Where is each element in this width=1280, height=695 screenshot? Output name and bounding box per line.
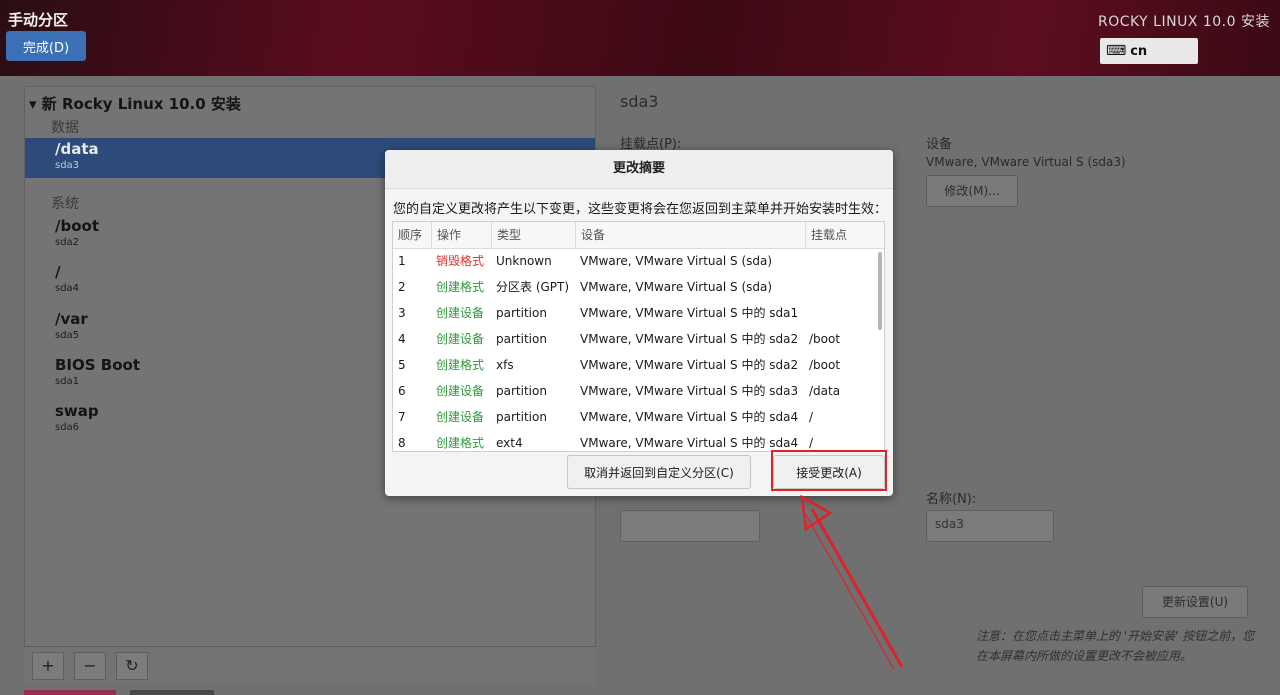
row-device: VMware, VMware Virtual S 中的 sda4 xyxy=(580,436,799,450)
name-input[interactable]: sda3 xyxy=(926,510,1054,542)
table-row[interactable]: 8 创建格式 ext4 VMware, VMware Virtual S 中的 … xyxy=(393,430,884,451)
partition-device: sda4 xyxy=(55,283,80,294)
change-summary-dialog: 更改摘要 您的自定义更改将产生以下变更，这些变更将会在您返回到主菜单并开始安装时… xyxy=(385,150,893,496)
row-action: 创建设备 xyxy=(436,306,485,320)
partition-mount: BIOS Boot xyxy=(55,356,141,374)
partition-device: sda3 xyxy=(55,160,80,171)
row-mount: / xyxy=(809,410,814,424)
details-title: sda3 xyxy=(620,92,659,111)
row-mount: /boot xyxy=(809,332,841,346)
row-type: ext4 xyxy=(496,436,523,450)
table-row[interactable]: 2 创建格式 分区表 (GPT) VMware, VMware Virtual … xyxy=(393,274,884,300)
top-bar: 手动分区 完成(D) ROCKY LINUX 10.0 安装 ⌨ cn xyxy=(0,0,1280,76)
bottom-tab-indicator xyxy=(24,690,116,695)
row-order: 5 xyxy=(398,358,406,372)
cancel-return-button[interactable]: 取消并返回到自定义分区(C) xyxy=(567,455,751,489)
row-type: partition xyxy=(496,410,547,424)
add-partition-button[interactable]: + xyxy=(32,652,64,680)
row-device: VMware, VMware Virtual S 中的 sda1 xyxy=(580,306,799,320)
column-header-order[interactable]: 顺序 xyxy=(393,222,431,248)
row-device: VMware, VMware Virtual S 中的 sda2 xyxy=(580,332,799,346)
partition-toolbar: + − ↻ xyxy=(24,646,596,685)
page-title: 手动分区 xyxy=(8,11,69,29)
column-header-action[interactable]: 操作 xyxy=(431,222,491,248)
changes-table: 顺序 操作 类型 设备 挂载点 1 销毁格式 Unknown VMware, V… xyxy=(392,221,885,452)
dialog-title: 更改摘要 xyxy=(385,150,893,189)
row-action: 创建格式 xyxy=(436,358,485,372)
dialog-description: 您的自定义更改将产生以下变更，这些变更将会在您返回到主菜单并开始安装时生效： xyxy=(393,202,888,217)
row-device: VMware, VMware Virtual S (sda) xyxy=(580,280,773,294)
expand-arrow-icon: ▾ xyxy=(29,95,37,113)
column-header-type[interactable]: 类型 xyxy=(491,222,575,248)
keyboard-layout-indicator[interactable]: ⌨ cn xyxy=(1100,38,1198,64)
device-value: VMware, VMware Virtual S (sda3) xyxy=(926,155,1126,169)
row-type: xfs xyxy=(496,358,514,372)
partition-device: sda6 xyxy=(55,422,80,433)
row-device: VMware, VMware Virtual S 中的 sda4 xyxy=(580,410,799,424)
row-action: 销毁格式 xyxy=(436,254,485,268)
partition-device: sda5 xyxy=(55,330,80,341)
device-label: 设备 xyxy=(926,137,953,152)
row-order: 3 xyxy=(398,306,406,320)
row-mount: /boot xyxy=(809,358,841,372)
partition-device: sda1 xyxy=(55,376,80,387)
product-title: ROCKY LINUX 10.0 安装 xyxy=(1097,14,1270,30)
partition-device: sda2 xyxy=(55,237,80,248)
partition-mount: /data xyxy=(55,140,99,158)
bottom-tab-indicator-2 xyxy=(130,690,214,695)
update-settings-button[interactable]: 更新设置(U) xyxy=(1142,586,1248,618)
row-type: partition xyxy=(496,332,547,346)
table-row[interactable]: 3 创建设备 partition VMware, VMware Virtual … xyxy=(393,300,884,326)
modify-button[interactable]: 修改(M)... xyxy=(926,175,1018,207)
row-device: VMware, VMware Virtual S 中的 sda3 xyxy=(580,384,799,398)
table-row[interactable]: 1 销毁格式 Unknown VMware, VMware Virtual S … xyxy=(393,248,884,274)
table-row[interactable]: 6 创建设备 partition VMware, VMware Virtual … xyxy=(393,378,884,404)
refresh-button[interactable]: ↻ xyxy=(116,652,148,680)
table-row[interactable]: 7 创建设备 partition VMware, VMware Virtual … xyxy=(393,404,884,430)
remove-partition-button[interactable]: − xyxy=(74,652,106,680)
row-action: 创建格式 xyxy=(436,436,485,450)
row-action: 创建设备 xyxy=(436,384,485,398)
row-device: VMware, VMware Virtual S (sda) xyxy=(580,254,773,268)
settings-note: 注意：在您点击主菜单上的 '开始安装' 按钮之前，您在本屏幕内所做的设置更改不会… xyxy=(976,629,1255,663)
row-order: 6 xyxy=(398,384,406,398)
row-order: 7 xyxy=(398,410,406,424)
column-header-mount[interactable]: 挂载点 xyxy=(805,222,884,248)
group-label-data: 数据 xyxy=(51,120,79,136)
row-device: VMware, VMware Virtual S 中的 sda2 xyxy=(580,358,799,372)
row-order: 8 xyxy=(398,436,406,450)
row-order: 1 xyxy=(398,254,406,268)
group-label-system: 系统 xyxy=(51,196,79,212)
done-button[interactable]: 完成(D) xyxy=(6,31,86,61)
keyboard-layout-label: cn xyxy=(1130,43,1148,59)
row-type: partition xyxy=(496,306,547,320)
label-input[interactable] xyxy=(620,510,760,542)
column-header-device[interactable]: 设备 xyxy=(575,222,805,248)
partition-mount: /var xyxy=(55,310,88,328)
pointer-arrow-icon xyxy=(800,495,904,670)
row-type: 分区表 (GPT) xyxy=(496,280,570,294)
keyboard-icon: ⌨ xyxy=(1106,43,1127,59)
row-order: 2 xyxy=(398,280,406,294)
partition-mount: / xyxy=(55,263,61,281)
table-row[interactable]: 4 创建设备 partition VMware, VMware Virtual … xyxy=(393,326,884,352)
partition-mount: swap xyxy=(55,402,99,420)
row-mount: /data xyxy=(809,384,841,398)
partition-mount: /boot xyxy=(55,217,99,235)
name-label: 名称(N): xyxy=(926,492,977,507)
table-header: 顺序 操作 类型 设备 挂载点 xyxy=(393,222,884,249)
row-type: partition xyxy=(496,384,547,398)
row-action: 创建格式 xyxy=(436,280,485,294)
tree-header[interactable]: ▾ 新 Rocky Linux 10.0 安装 xyxy=(29,93,241,114)
table-scrollbar[interactable] xyxy=(878,252,882,330)
row-type: Unknown xyxy=(496,254,552,268)
row-action: 创建设备 xyxy=(436,410,485,424)
row-action: 创建设备 xyxy=(436,332,485,346)
row-order: 4 xyxy=(398,332,406,346)
tree-header-label: 新 Rocky Linux 10.0 安装 xyxy=(41,95,241,113)
row-mount: / xyxy=(809,436,814,450)
highlight-box xyxy=(771,450,887,491)
table-row[interactable]: 5 创建格式 xfs VMware, VMware Virtual S 中的 s… xyxy=(393,352,884,378)
